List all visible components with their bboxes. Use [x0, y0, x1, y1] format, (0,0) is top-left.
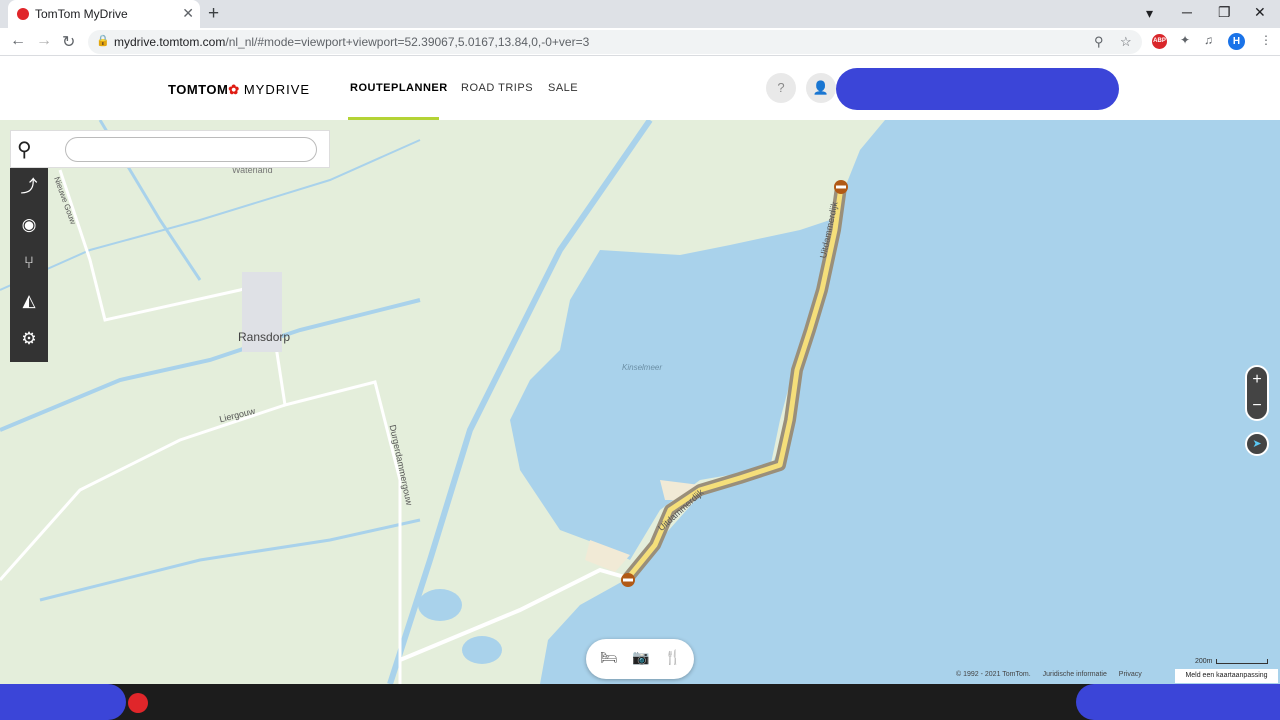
- browser-tab-bar: TomTom MyDrive ✕ + ▾ ─ ❐ ✕: [0, 0, 1280, 28]
- tomtom-favicon-icon: [17, 8, 29, 20]
- map-canvas[interactable]: Ransdorp Waterland Kinselmeer Nieuwe Gou…: [0, 120, 1280, 684]
- locate-me-button[interactable]: ➤: [1245, 432, 1269, 456]
- help-icon: ?: [777, 80, 785, 95]
- tab-title: TomTom MyDrive: [35, 7, 128, 21]
- browser-toolbar: ← → ↻ 🔒 mydrive.tomtom.com/nl_nl/#mode=v…: [0, 28, 1280, 56]
- scale-label: 200m: [1195, 658, 1213, 665]
- restaurant-icon[interactable]: 🍴: [664, 649, 681, 666]
- legal-link[interactable]: Juridische informatie: [1043, 671, 1107, 678]
- search-input[interactable]: [65, 137, 317, 162]
- redacted-taskbar-right: [1076, 684, 1280, 720]
- zoom-control: + −: [1245, 365, 1269, 421]
- location-icon[interactable]: ⚲: [1094, 34, 1104, 50]
- forward-icon[interactable]: →: [36, 32, 52, 50]
- zoom-out-button[interactable]: −: [1247, 393, 1267, 419]
- user-icon: 👤: [812, 80, 830, 95]
- map-svg: [0, 120, 1280, 684]
- small-lake: [462, 636, 502, 664]
- back-icon[interactable]: ←: [10, 32, 26, 50]
- hotel-icon[interactable]: 🛏: [600, 649, 618, 666]
- os-taskbar: [0, 684, 1280, 720]
- privacy-link[interactable]: Privacy: [1119, 671, 1142, 678]
- redacted-taskbar-left: [0, 684, 126, 720]
- place-label-ransdorp: Ransdorp: [238, 330, 291, 344]
- logo-swirl-icon: ✿: [228, 82, 240, 97]
- poi-filter-bar: 🛏 📷 🍴: [586, 639, 694, 679]
- report-map-change-link[interactable]: Meld een kaartaanpassing: [1175, 669, 1278, 683]
- star-icon[interactable]: ☆: [1120, 34, 1132, 50]
- lock-icon[interactable]: 🔒: [96, 34, 110, 47]
- close-window-icon[interactable]: ✕: [1254, 4, 1266, 21]
- adblock-icon[interactable]: ABP: [1152, 34, 1167, 49]
- url-text[interactable]: mydrive.tomtom.com/nl_nl/#mode=viewport+…: [114, 35, 589, 49]
- nav-sale[interactable]: SALE: [548, 82, 578, 94]
- poi-icon[interactable]: ◭: [10, 282, 48, 320]
- copyright-text: © 1992 - 2021 TomTom.: [956, 671, 1031, 678]
- address-bar[interactable]: 🔒 mydrive.tomtom.com/nl_nl/#mode=viewpor…: [88, 30, 1142, 54]
- new-tab-button[interactable]: +: [208, 3, 219, 25]
- side-toolbar: ⤴ ◉ ⑂ ◭ ⚙: [10, 168, 48, 362]
- camera-icon[interactable]: 📷: [632, 649, 649, 666]
- tab-close-icon[interactable]: ✕: [182, 5, 194, 22]
- closed-road-marker-north: [834, 180, 848, 194]
- map-attribution: © 1992 - 2021 TomTom. Juridische informa…: [956, 671, 1152, 684]
- routes-icon[interactable]: ⑂: [10, 244, 48, 282]
- tab-search-icon[interactable]: ▾: [1146, 5, 1153, 22]
- closed-road-marker-south: [621, 573, 635, 587]
- nav-road-trips[interactable]: ROAD TRIPS: [461, 82, 533, 94]
- small-lake: [418, 589, 462, 621]
- tomtom-taskbar-icon[interactable]: [128, 693, 148, 713]
- browser-tab[interactable]: TomTom MyDrive ✕: [8, 0, 200, 28]
- search-icon[interactable]: ⚲: [17, 137, 32, 162]
- search-panel: ⚲: [10, 130, 330, 168]
- reload-icon[interactable]: ↻: [62, 32, 75, 52]
- zoom-in-button[interactable]: +: [1247, 367, 1267, 393]
- settings-icon[interactable]: ⚙: [10, 320, 48, 358]
- account-button[interactable]: 👤: [806, 73, 836, 103]
- nav-routeplanner[interactable]: ROUTEPLANNER: [350, 82, 448, 94]
- compass-icon: ➤: [1252, 438, 1262, 450]
- menu-icon[interactable]: ⋮: [1260, 33, 1272, 47]
- tomtom-logo[interactable]: TOMTOM✿ MYDRIVE: [168, 82, 310, 98]
- profile-avatar[interactable]: H: [1228, 33, 1245, 50]
- logo-sub: MYDRIVE: [243, 82, 311, 97]
- help-button[interactable]: ?: [766, 73, 796, 103]
- place-label-kinselmeer: Kinselmeer: [622, 363, 663, 372]
- logo-main: TOMTOM: [168, 82, 229, 97]
- app-header: TOMTOM✿ MYDRIVE ROUTEPLANNER ROAD TRIPS …: [0, 56, 1280, 120]
- restore-icon[interactable]: ❐: [1218, 4, 1231, 21]
- scale-bar: [1215, 658, 1268, 664]
- media-icon[interactable]: ♫: [1204, 33, 1213, 47]
- plan-route-icon[interactable]: ⤴: [10, 168, 48, 206]
- map-scale: 200m: [1195, 658, 1268, 665]
- puzzle-icon[interactable]: ✦: [1180, 33, 1190, 47]
- my-places-icon[interactable]: ◉: [10, 206, 48, 244]
- minimize-icon[interactable]: ─: [1182, 4, 1192, 20]
- redacted-username: [836, 68, 1119, 110]
